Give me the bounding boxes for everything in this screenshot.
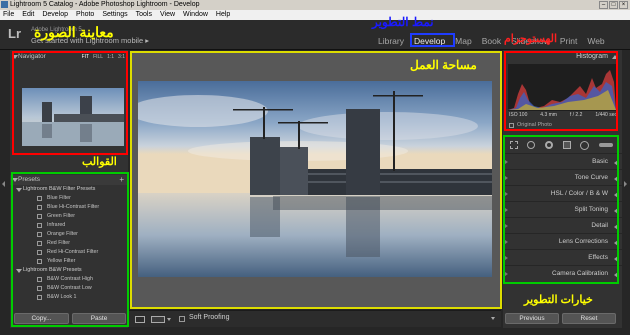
window-title: Lightroom 5 Catalog - Adobe Photoshop Li… (10, 1, 200, 8)
toolbar-menu-icon[interactable] (491, 317, 495, 320)
bottom-toolbar: Soft Proofing (129, 310, 501, 327)
minimize-button[interactable]: – (599, 1, 608, 9)
module-map[interactable]: Map (455, 36, 472, 46)
main-photo[interactable] (138, 81, 492, 277)
right-panel-toggle-icon[interactable] (624, 181, 627, 187)
app-icon (1, 1, 8, 8)
module-book[interactable]: Book (482, 36, 501, 46)
menu-window[interactable]: Window (183, 10, 208, 20)
annotation-develop-mode: نمط التطوير (372, 15, 434, 29)
menu-view[interactable]: View (160, 10, 175, 20)
soft-proofing-label: Soft Proofing (189, 314, 230, 321)
menu-tools[interactable]: Tools (136, 10, 152, 20)
annotation-box-develop-module (410, 33, 455, 47)
menu-help[interactable]: Help (216, 10, 230, 20)
annotation-develop-options: خيارات التطوير (524, 294, 593, 306)
loupe-view-icon[interactable] (135, 316, 145, 323)
soft-proofing-checkbox[interactable] (179, 316, 185, 322)
toolbar-dropdown-icon[interactable] (167, 318, 171, 321)
module-web[interactable]: Web (587, 36, 604, 46)
lightroom-app: Lightroom 5 Catalog - Adobe Photoshop Li… (0, 0, 630, 335)
annotation-box-histogram (504, 51, 618, 131)
close-button[interactable]: × (619, 1, 628, 9)
left-panel-toggle-icon[interactable] (2, 181, 5, 187)
menu-bar: File Edit Develop Photo Settings Tools V… (0, 10, 630, 20)
annotation-presets: القوالب (82, 156, 117, 168)
module-library[interactable]: Library (378, 36, 404, 46)
maximize-button[interactable]: □ (609, 1, 618, 9)
title-bar: Lightroom 5 Catalog - Adobe Photoshop Li… (0, 0, 630, 10)
annotation-box-presets (11, 172, 129, 327)
annotation-histogram: الهستوجرام (504, 33, 558, 45)
before-after-icon[interactable] (151, 316, 165, 323)
menu-photo[interactable]: Photo (76, 10, 94, 20)
menu-develop[interactable]: Develop (42, 10, 68, 20)
annotation-workspace: مساحة العمل (410, 58, 477, 72)
previous-button[interactable]: Previous (505, 313, 559, 324)
module-print[interactable]: Print (560, 36, 577, 46)
menu-file[interactable]: File (3, 10, 14, 20)
reset-button[interactable]: Reset (562, 313, 616, 324)
menu-settings[interactable]: Settings (102, 10, 127, 20)
menu-edit[interactable]: Edit (22, 10, 34, 20)
lightroom-logo: Lr (8, 26, 21, 41)
annotation-box-navigator (12, 51, 128, 155)
annotation-preview: معاينة الصورة (34, 24, 114, 40)
annotation-box-develop-options (503, 135, 619, 284)
